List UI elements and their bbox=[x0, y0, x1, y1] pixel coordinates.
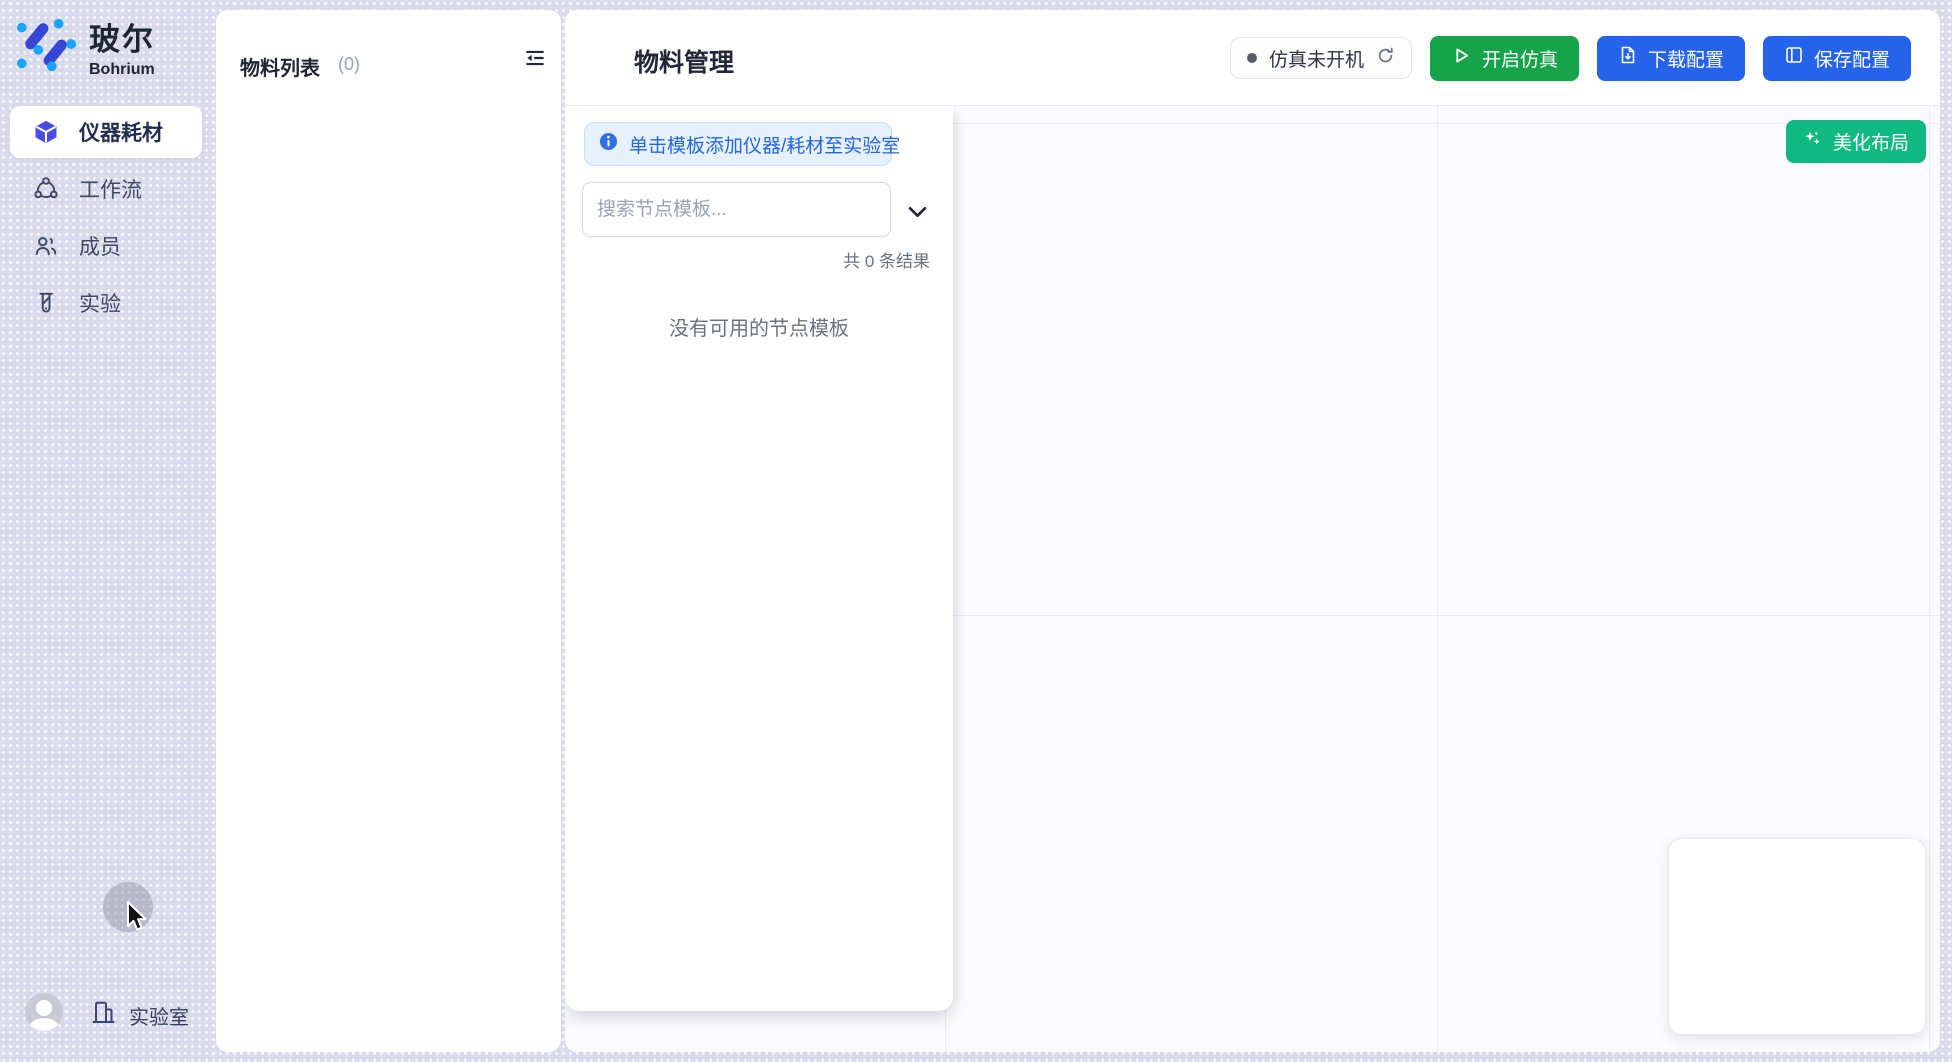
download-config-label: 下载配置 bbox=[1648, 45, 1724, 72]
sidebar-item-label: 实验 bbox=[79, 288, 121, 318]
sparkles-icon bbox=[1803, 129, 1823, 155]
start-simulation-label: 开启仿真 bbox=[1482, 45, 1558, 72]
brand-subtitle: Bohrium bbox=[89, 61, 155, 79]
beautify-layout-label: 美化布局 bbox=[1833, 128, 1909, 155]
template-hint-text: 单击模板添加仪器/耗材至实验室 bbox=[629, 131, 900, 158]
refresh-icon[interactable] bbox=[1376, 46, 1395, 70]
minimap[interactable] bbox=[1668, 838, 1926, 1035]
template-hint-banner[interactable]: 单击模板添加仪器/耗材至实验室 bbox=[584, 122, 892, 166]
workflow-icon bbox=[33, 176, 59, 202]
sidebar: 玻尔 Bohrium 仪器耗材 工作流 bbox=[0, 0, 216, 1062]
simulation-status-pill[interactable]: 仿真未开机 bbox=[1230, 37, 1412, 79]
sidebar-item-label: 工作流 bbox=[79, 174, 142, 204]
materials-list-title: 物料列表 bbox=[240, 52, 320, 81]
main-header: 物料管理 仿真未开机 开启仿真 bbox=[565, 10, 1940, 106]
page-title: 物料管理 bbox=[634, 43, 734, 79]
save-layout-icon bbox=[1784, 45, 1804, 71]
result-count: 共 0 条结果 bbox=[843, 247, 930, 272]
file-download-icon bbox=[1618, 45, 1638, 71]
sidebar-item-workflow[interactable]: 工作流 bbox=[10, 163, 202, 215]
materials-list-panel: 物料列表 (0) bbox=[216, 10, 561, 1052]
chevron-down-icon[interactable] bbox=[903, 200, 931, 224]
collapse-panel-icon[interactable] bbox=[523, 46, 547, 70]
user-avatar[interactable] bbox=[25, 993, 63, 1031]
lab-label: 实验室 bbox=[129, 1001, 189, 1030]
cube-icon bbox=[33, 119, 59, 145]
start-simulation-button[interactable]: 开启仿真 bbox=[1430, 36, 1579, 81]
play-icon bbox=[1451, 45, 1472, 72]
empty-state-text: 没有可用的节点模板 bbox=[565, 312, 953, 341]
info-icon bbox=[599, 132, 618, 156]
bohrium-logo-icon bbox=[15, 16, 77, 77]
brand-logo: 玻尔 Bohrium bbox=[15, 14, 155, 79]
mouse-cursor bbox=[124, 900, 150, 939]
node-template-panel: 单击模板添加仪器/耗材至实验室 共 0 条结果 没有可用的节点模板 bbox=[565, 106, 953, 1011]
search-template-input[interactable] bbox=[582, 182, 891, 237]
lab-switcher[interactable]: 实验室 bbox=[90, 998, 189, 1032]
sidebar-item-instruments[interactable]: 仪器耗材 bbox=[10, 106, 202, 158]
beautify-layout-button[interactable]: 美化布局 bbox=[1786, 120, 1926, 163]
save-config-button[interactable]: 保存配置 bbox=[1763, 36, 1911, 81]
materials-list-count: (0) bbox=[338, 54, 360, 75]
download-config-button[interactable]: 下载配置 bbox=[1597, 36, 1745, 81]
sidebar-item-members[interactable]: 成员 bbox=[10, 220, 202, 272]
main-panel: 物料管理 仿真未开机 开启仿真 bbox=[565, 10, 1940, 1052]
sidebar-item-experiments[interactable]: 实验 bbox=[10, 277, 202, 329]
sidebar-item-label: 仪器耗材 bbox=[79, 117, 163, 147]
experiment-icon bbox=[33, 290, 59, 316]
brand-name: 玻尔 bbox=[89, 14, 155, 59]
members-icon bbox=[33, 233, 59, 259]
building-icon bbox=[90, 998, 117, 1032]
sidebar-item-label: 成员 bbox=[79, 231, 121, 261]
save-config-label: 保存配置 bbox=[1814, 45, 1890, 72]
status-dot-icon bbox=[1247, 53, 1257, 63]
status-label: 仿真未开机 bbox=[1269, 45, 1364, 72]
